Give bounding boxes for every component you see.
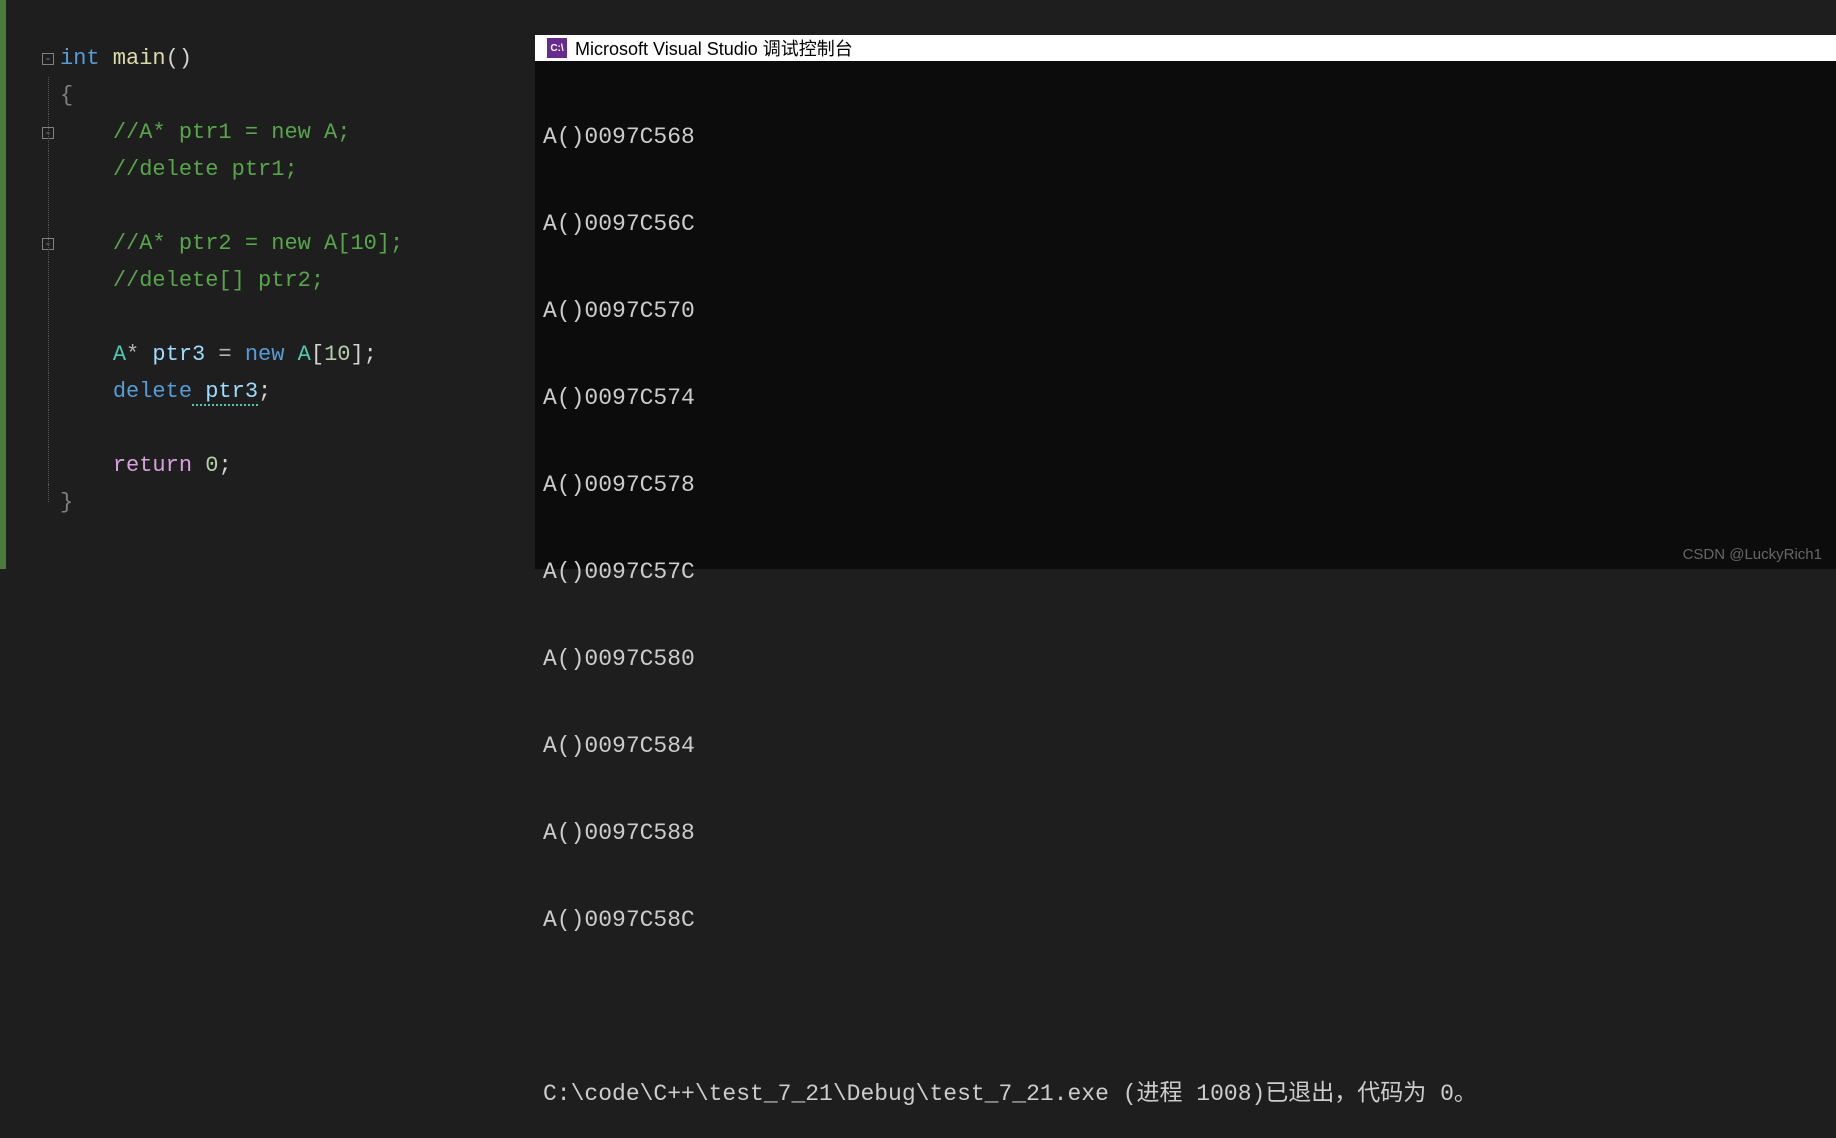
indent [60, 379, 113, 404]
type: A [284, 342, 310, 367]
code-line[interactable]: //A* ptr2 = new A[10]; [60, 225, 535, 262]
type: A [113, 342, 126, 367]
code-line-blank[interactable] [60, 188, 535, 225]
op: = [205, 342, 245, 367]
console-line: A()0097C584 [543, 732, 1828, 761]
indent [60, 120, 113, 145]
fold-toggle-icon[interactable]: - [42, 53, 54, 65]
code-line[interactable]: } [60, 484, 535, 521]
indent [60, 231, 113, 256]
console-line: A()0097C578 [543, 471, 1828, 500]
comment: //A* ptr1 = new A; [113, 120, 351, 145]
console-line: A()0097C58C [543, 906, 1828, 935]
var-warning: ptr3 [192, 379, 258, 406]
code-editor-pane[interactable]: - - - int main() { //A* ptr1 = new A; //… [0, 0, 535, 569]
code-lines[interactable]: int main() { //A* ptr1 = new A; //delete… [60, 40, 535, 521]
console-line: A()0097C570 [543, 297, 1828, 326]
var: ptr3 [152, 342, 205, 367]
editor-change-margin [0, 0, 6, 569]
code-line[interactable]: delete ptr3; [60, 373, 535, 410]
number: 10 [324, 342, 350, 367]
function-name: main [100, 46, 166, 71]
semicolon: ; [218, 453, 231, 478]
comment: //delete[] ptr2; [113, 268, 324, 293]
keyword-int: int [60, 46, 100, 71]
paren: () [166, 46, 192, 71]
brace-open: { [60, 83, 73, 108]
console-exit-line: C:\code\C++\test_7_21\Debug\test_7_21.ex… [543, 1080, 1828, 1109]
console-title: Microsoft Visual Studio 调试控制台 [575, 35, 853, 61]
console-line: A()0097C580 [543, 645, 1828, 674]
console-titlebar[interactable]: C:\ Microsoft Visual Studio 调试控制台 [535, 35, 1836, 61]
bracket: [ [311, 342, 324, 367]
outline-column: - - - [10, 40, 60, 521]
debug-console-window: C:\ Microsoft Visual Studio 调试控制台 A()009… [535, 35, 1836, 569]
console-line: A()0097C588 [543, 819, 1828, 848]
indent [60, 453, 113, 478]
code-line[interactable]: //A* ptr1 = new A; [60, 114, 535, 151]
comment: //delete ptr1; [113, 157, 298, 182]
keyword-new: new [245, 342, 285, 367]
code-line-blank[interactable] [60, 410, 535, 447]
console-output[interactable]: A()0097C568 A()0097C56C A()0097C570 A()0… [535, 61, 1836, 1138]
console-line: A()0097C57C [543, 558, 1828, 587]
code-line[interactable]: { [60, 77, 535, 114]
bracket: ]; [350, 342, 376, 367]
code-line[interactable]: int main() [60, 40, 535, 77]
number: 0 [192, 453, 218, 478]
code-line[interactable]: return 0; [60, 447, 535, 484]
console-line-blank [543, 993, 1828, 1022]
console-app-icon: C:\ [547, 38, 567, 58]
indent [60, 342, 113, 367]
console-line: A()0097C56C [543, 210, 1828, 239]
console-line: A()0097C568 [543, 123, 1828, 152]
indent [60, 157, 113, 182]
semicolon: ; [258, 379, 271, 404]
code-area: - - - int main() { //A* ptr1 = new A; //… [0, 40, 535, 521]
console-line: A()0097C574 [543, 384, 1828, 413]
code-line[interactable]: //delete[] ptr2; [60, 262, 535, 299]
code-line[interactable]: //delete ptr1; [60, 151, 535, 188]
code-line[interactable]: A* ptr3 = new A[10]; [60, 336, 535, 373]
watermark: CSDN @LuckyRich1 [1683, 546, 1822, 563]
keyword-return: return [113, 453, 192, 478]
op: * [126, 342, 152, 367]
brace-close: } [60, 490, 73, 515]
indent [60, 268, 113, 293]
comment: //A* ptr2 = new A[10]; [113, 231, 403, 256]
keyword-delete: delete [113, 379, 192, 404]
code-line-blank[interactable] [60, 299, 535, 336]
